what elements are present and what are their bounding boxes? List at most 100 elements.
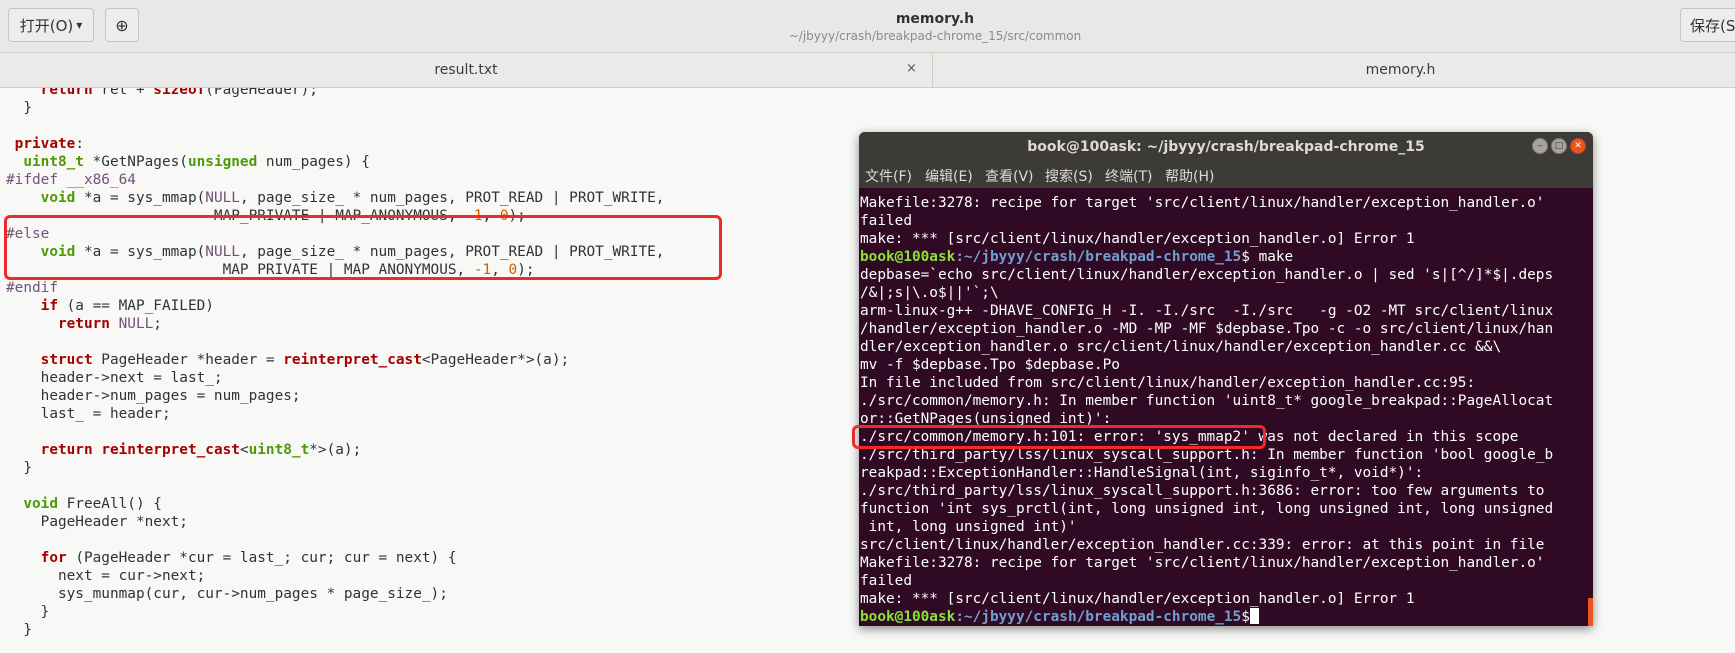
menu-search[interactable]: 搜索(S) xyxy=(1045,166,1093,186)
code-token: : xyxy=(75,136,84,152)
terminal-output-line: dler/exception_handler.o src/client/linu… xyxy=(860,339,1502,355)
close-icon[interactable]: × xyxy=(906,61,917,76)
code-line: next = cur->next; xyxy=(6,568,205,584)
code-line: } xyxy=(6,604,50,620)
code-line: } xyxy=(6,622,32,638)
annotation-box-error xyxy=(852,425,1266,449)
code-token: last_ = header; xyxy=(6,406,171,422)
terminal-command: make xyxy=(1249,249,1294,265)
code-token: ; xyxy=(153,316,162,332)
code-token: } xyxy=(6,460,32,476)
code-token: void xyxy=(23,496,58,512)
close-icon[interactable]: ✕ xyxy=(1570,138,1586,154)
code-token: num_pages) { xyxy=(257,154,370,170)
code-token: NULL xyxy=(205,190,240,206)
code-token: next = cur->next; xyxy=(6,568,206,584)
prompt-path: :~/jbyyy/crash/breakpad-chrome_15 xyxy=(955,249,1242,265)
code-line: private: xyxy=(6,136,84,152)
terminal-output-line: depbase=`echo src/client/linux/handler/e… xyxy=(860,267,1554,283)
code-line: if (a == MAP_FAILED) xyxy=(6,298,214,314)
menu-view[interactable]: 查看(V) xyxy=(985,166,1034,186)
terminal-output-line: failed xyxy=(860,213,912,229)
terminal-output-line: Makefile:3278: recipe for target 'src/cl… xyxy=(860,195,1545,211)
terminal-output-line: mv -f $depbase.Tpo $depbase.Po xyxy=(860,357,1120,373)
terminal-titlebar[interactable]: book@100ask: ~/jbyyy/crash/breakpad-chro… xyxy=(859,132,1593,162)
menu-terminal[interactable]: 终端(T) xyxy=(1105,166,1152,186)
code-token: header->next = last_; xyxy=(6,370,223,386)
code-line: void *a = sys_mmap(NULL, page_size_ * nu… xyxy=(6,190,665,206)
code-token: sizeof xyxy=(153,88,206,98)
code-line: header->num_pages = num_pages; xyxy=(6,388,301,404)
code-token: NULL xyxy=(118,316,154,332)
annotation-box-else-branch xyxy=(4,215,722,280)
save-button[interactable]: 保存(S xyxy=(1680,8,1735,42)
terminal-output-line: Makefile:3278: recipe for target 'src/cl… xyxy=(860,555,1545,571)
code-token: } xyxy=(6,622,32,638)
code-token: PageHeader *next; xyxy=(6,514,188,530)
minimize-icon[interactable]: ‒ xyxy=(1532,138,1548,154)
prompt-symbol: $ xyxy=(1241,609,1250,625)
code-token: private xyxy=(14,136,76,152)
terminal-menubar: 文件(F) 编辑(E) 查看(V) 搜索(S) 终端(T) 帮助(H) xyxy=(859,162,1593,188)
code-line: sys_munmap(cur, cur->num_pages * page_si… xyxy=(6,586,448,602)
terminal-output[interactable]: Makefile:3278: recipe for target 'src/cl… xyxy=(860,194,1553,626)
code-line: void FreeAll() { xyxy=(6,496,162,512)
menu-file[interactable]: 文件(F) xyxy=(865,166,912,186)
code-token: #ifdef __x86_64 xyxy=(6,172,136,188)
code-line: PageHeader *next; xyxy=(6,514,188,530)
code-line: #endif xyxy=(6,280,58,296)
code-token: void xyxy=(40,190,76,206)
code-token: <PageHeader*>(a); xyxy=(421,352,570,368)
code-token: *a = sys_mmap( xyxy=(75,190,206,206)
terminal-output-line: int, long unsigned int)' xyxy=(860,519,1077,535)
tab-result-txt[interactable]: result.txt xyxy=(0,53,932,87)
tab-memory-h[interactable]: memory.h xyxy=(933,53,1735,87)
code-token: reinterpret_cast xyxy=(101,442,240,458)
terminal-output-line: /handler/exception_handler.o -MD -MP -MF… xyxy=(860,321,1554,337)
tab-bar: result.txt × memory.h xyxy=(0,53,1735,88)
code-line: #ifdef __x86_64 xyxy=(6,172,136,188)
maximize-icon[interactable]: □ xyxy=(1551,138,1567,154)
code-token: ret + xyxy=(92,88,154,98)
code-token: < xyxy=(239,442,249,458)
tab-memory-h-label: memory.h xyxy=(1365,62,1436,78)
code-token: *>(a); xyxy=(309,442,362,458)
code-token: reinterpret_cast xyxy=(283,352,422,368)
code-token: sys_munmap(cur, cur->num_pages * page_si… xyxy=(6,586,448,602)
terminal-output-line: In file included from src/client/linux/h… xyxy=(860,375,1476,391)
code-token: uint8_t xyxy=(248,442,310,458)
code-token: for xyxy=(40,550,67,566)
prompt-path: :~/jbyyy/crash/breakpad-chrome_15 xyxy=(955,609,1242,625)
code-token: return xyxy=(57,316,110,332)
terminal-output-line: arm-linux-g++ -DHAVE_CONFIG_H -I. -I./sr… xyxy=(860,303,1554,319)
source-code: return ret + sizeof(PageHeader); } priva… xyxy=(6,88,664,639)
code-line: header->next = last_; xyxy=(6,370,223,386)
code-token: if xyxy=(40,298,58,314)
code-token: struct xyxy=(40,352,93,368)
terminal-output-line: ./src/third_party/lss/linux_syscall_supp… xyxy=(860,447,1554,463)
code-line: } xyxy=(6,460,32,476)
code-token: , page_size_ * num_pages, PROT_READ | PR… xyxy=(239,190,665,206)
code-token: (PageHeader); xyxy=(205,88,318,98)
terminal-scrollbar[interactable] xyxy=(1588,598,1593,626)
terminal-output-line: reakpad::ExceptionHandler::HandleSignal(… xyxy=(860,465,1424,481)
menu-help[interactable]: 帮助(H) xyxy=(1165,166,1214,186)
header-bar: 打开(O) ▾ ⊕ memory.h ~/jbyyy/crash/breakpa… xyxy=(0,0,1735,53)
code-line: for (PageHeader *cur = last_; cur; cur =… xyxy=(6,550,457,566)
window-title: memory.h xyxy=(895,11,975,27)
terminal-window[interactable]: book@100ask: ~/jbyyy/crash/breakpad-chro… xyxy=(859,132,1593,626)
terminal-output-line: make: *** [src/client/linux/handler/exce… xyxy=(860,591,1415,607)
terminal-output-line: ./src/common/memory.h: In member functio… xyxy=(860,393,1554,409)
code-token: } xyxy=(6,604,50,620)
terminal-cursor xyxy=(1249,608,1259,624)
code-token: PageHeader *header = xyxy=(92,352,284,368)
menu-edit[interactable]: 编辑(E) xyxy=(925,166,973,186)
